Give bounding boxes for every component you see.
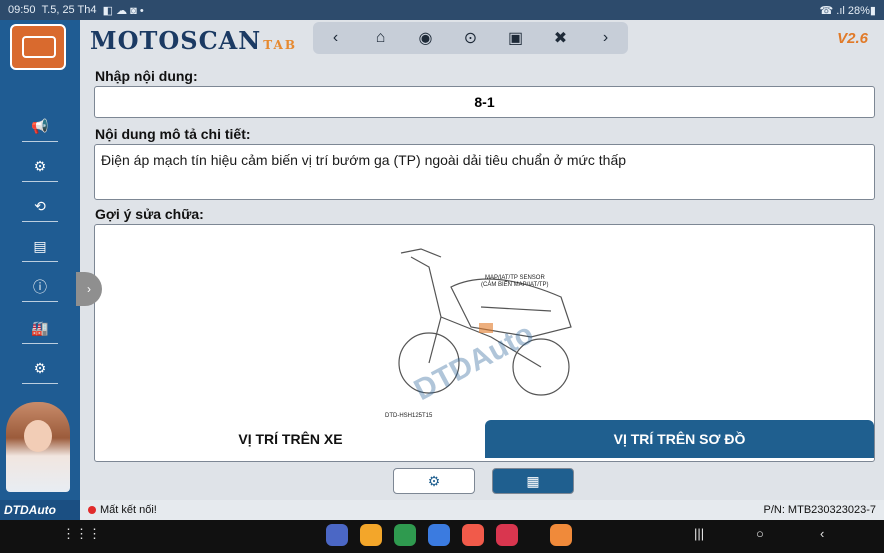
version-label: V2.6 — [837, 30, 868, 47]
repair-suggestion-label: Gợi ý sửa chữa: — [95, 206, 204, 222]
system-status-bar: 09:50 T.5, 25 Th4 ◧ ☁ ◙ • ☎ .ıl 28%▮ — [0, 0, 884, 20]
home-icon[interactable]: ⌂ — [367, 24, 395, 52]
back-button-icon[interactable]: ‹ — [820, 526, 824, 541]
connection-status: Mất kết nối! — [100, 504, 157, 516]
app-icon-2[interactable] — [360, 524, 382, 546]
position-on-vehicle-button[interactable]: VỊ TRÍ TRÊN XE — [96, 420, 485, 458]
diagram-caption: DTD-HSH125T15 — [385, 413, 433, 419]
home-button-icon[interactable]: ○ — [756, 526, 764, 541]
scooter-diagram: MAP/IAT/TP SENSOR (CẢM BIẾN MAP/IAT/TP) … — [385, 248, 572, 419]
repair-panel: MAP/IAT/TP SENSOR (CẢM BIẾN MAP/IAT/TP) … — [94, 224, 875, 462]
code-input[interactable]: 8-1 — [94, 86, 875, 118]
settings-icon[interactable]: ⚙ — [22, 354, 58, 384]
date: T.5, 25 Th4 — [41, 4, 97, 16]
app-icon-1[interactable] — [326, 524, 348, 546]
app-icon-4[interactable] — [428, 524, 450, 546]
megaphone-icon[interactable]: 📢 — [22, 112, 58, 142]
chevron-right-icon: › — [87, 282, 91, 296]
back-arrow-icon[interactable]: ‹ — [322, 24, 350, 52]
engine-icon: ⚙ — [427, 472, 441, 489]
battery-indicator: ☎ .ıl 28%▮ — [819, 4, 876, 17]
camera-icon[interactable]: ◉ — [412, 24, 440, 52]
history-icon[interactable]: ⟲ — [22, 192, 58, 222]
info-icon[interactable]: ⓘ — [22, 272, 58, 302]
app-icon-7[interactable] — [550, 524, 572, 546]
engine-view-button[interactable]: ⚙ — [393, 468, 475, 494]
notification-icons: ◧ ☁ ◙ • — [102, 4, 144, 17]
position-on-diagram-button[interactable]: VỊ TRÍ TRÊN SƠ ĐỒ — [485, 420, 874, 458]
part-number: P/N: MTB230323023-7 — [763, 504, 876, 516]
folder-icon[interactable]: ▣ — [502, 24, 530, 52]
sensor-label-1: MAP/IAT/TP SENSOR — [485, 275, 545, 281]
disconnected-icon — [88, 506, 96, 514]
motoscan-tab-logo[interactable] — [10, 24, 66, 70]
clock: 09:50 — [8, 4, 36, 16]
delete-icon[interactable]: ✖ — [547, 24, 575, 52]
sensor-label-2: (CẢM BIẾN MAP/IAT/TP) — [481, 281, 549, 288]
support-agent-avatar[interactable] — [6, 402, 70, 492]
clipboard-icon[interactable]: ▤ — [22, 232, 58, 262]
factory-icon[interactable]: 🏭 — [22, 314, 58, 344]
code-label: Nhập nội dung: — [95, 68, 198, 84]
recents-icon[interactable]: ||| — [694, 526, 704, 541]
navigation-toolbar: ‹ ⌂ ◉ ⊙ ▣ ✖ › — [313, 22, 628, 54]
app-grid-icon[interactable]: ⋮⋮⋮ — [62, 526, 101, 542]
chip-icon: ▦ — [526, 472, 540, 489]
app-icon-6[interactable] — [496, 524, 518, 546]
app-icon-5[interactable] — [462, 524, 484, 546]
dtdauto-logo: DTDAuto — [0, 500, 80, 520]
connection-footer: Mất kết nối! P/N: MTB230323023-7 — [80, 500, 884, 520]
app-icon-3[interactable] — [394, 524, 416, 546]
app-title: MOTOSCAN TAB — [90, 26, 297, 55]
top-bar: MOTOSCAN TAB ‹ ⌂ ◉ ⊙ ▣ ✖ › V2.6 — [80, 20, 884, 60]
record-icon[interactable]: ⊙ — [457, 24, 485, 52]
car-engine-icon[interactable]: ⚙ — [22, 152, 58, 182]
forward-arrow-icon[interactable]: › — [592, 24, 620, 52]
description-label: Nội dung mô tả chi tiết: — [95, 126, 251, 142]
description-field: Điện áp mạch tín hiệu cảm biến vị trí bư… — [94, 144, 875, 200]
chip-view-button[interactable]: ▦ — [492, 468, 574, 494]
